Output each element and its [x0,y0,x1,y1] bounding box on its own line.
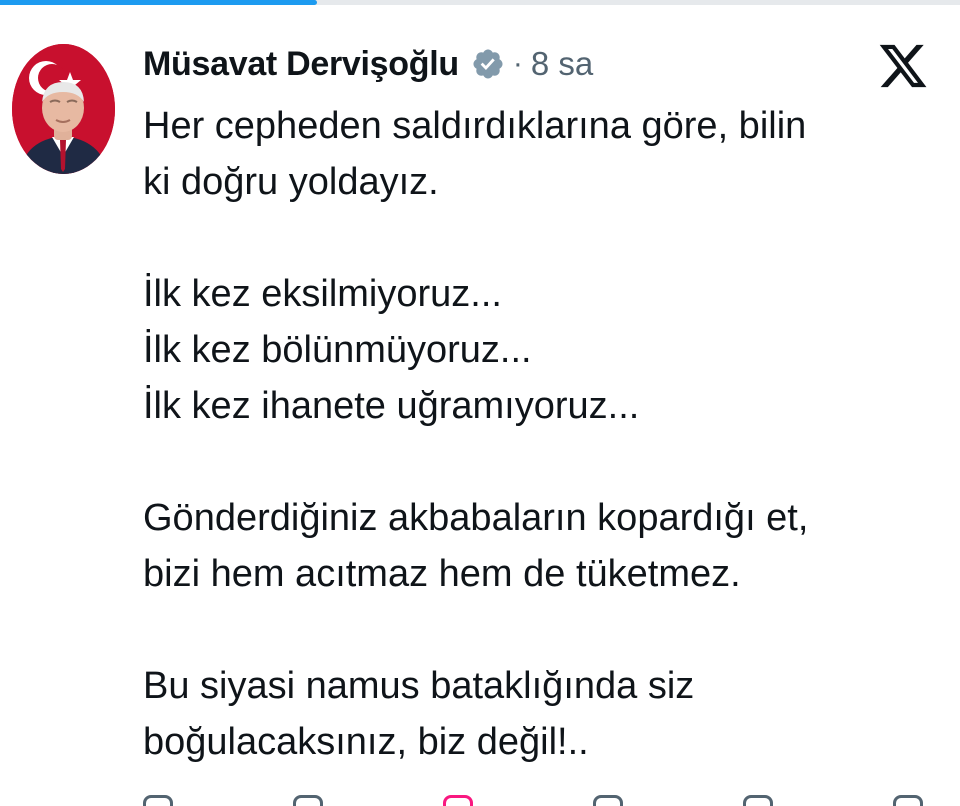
bookmark-icon[interactable] [743,795,773,806]
tweet-timestamp[interactable]: 8 sa [531,45,593,83]
share-icon[interactable] [893,795,923,806]
author-name[interactable]: Müsavat Dervişoğlu [143,45,459,84]
tweet-line: İlk kez bölünmüyoruz... [143,329,532,371]
top-progress-fill [0,0,317,5]
tweet-line: İlk kez eksilmiyoruz... [143,273,502,315]
repost-icon[interactable] [293,795,323,806]
tweet-line-break [143,210,948,266]
tweet-header: Müsavat Dervişoğlu · 8 sa [143,38,593,90]
tweet-line-break [143,434,948,490]
avatar-image [12,44,115,174]
tweet-line: boğulacaksınız, biz değil!.. [143,721,589,763]
author-avatar[interactable] [12,44,115,174]
tweet-text: Her cepheden saldırdıklarına göre, bilin… [143,98,948,770]
verified-badge-icon [471,47,505,81]
tweet-line: Gönderdiğiniz akbabaların kopardığı et, [143,497,809,539]
tweet-line: bizi hem acıtmaz hem de tüketmez. [143,553,741,595]
separator-dot: · [512,47,523,80]
like-icon[interactable] [443,795,473,806]
tweet-line: Bu siyasi namus bataklığında siz [143,665,695,707]
tweet-line: İlk kez ihanete uğramıyoruz... [143,385,640,427]
views-icon[interactable] [593,795,623,806]
top-progress-bar [0,0,960,5]
reply-icon[interactable] [143,795,173,806]
tweet-line: ki doğru yoldayız. [143,161,439,203]
x-logo-icon [876,40,930,92]
tweet-line-break [143,602,948,658]
tweet-line: Her cepheden saldırdıklarına göre, bilin [143,105,807,147]
tweet-actions-bar [143,795,923,806]
